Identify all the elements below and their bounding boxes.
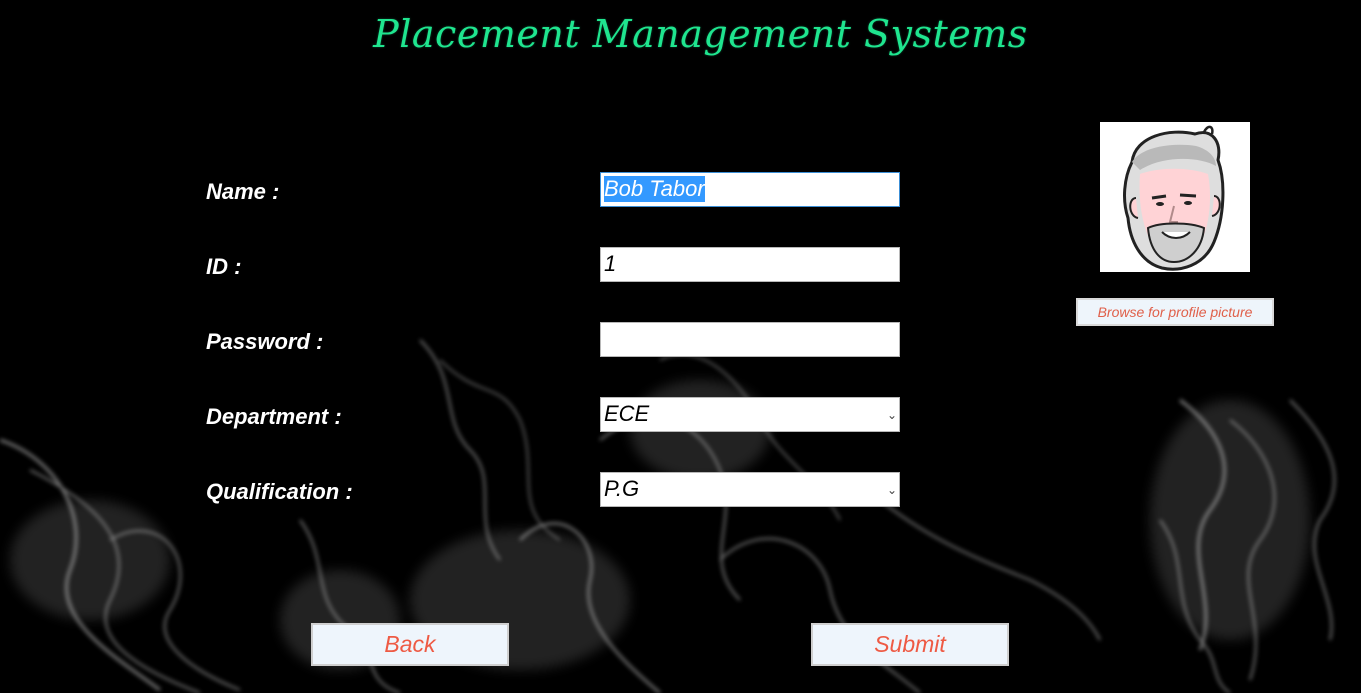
id-input[interactable]: 1 [600,247,900,282]
password-label: Password : [206,329,324,354]
id-label: ID : [206,254,242,279]
name-label: Name : [206,179,280,204]
name-input-value: Bob Tabor [604,176,705,202]
browse-profile-picture-button[interactable]: Browse for profile picture [1076,298,1274,326]
qualification-select-value: P.G [604,476,640,501]
qualification-select[interactable]: P.G ⌄ [600,472,900,507]
chevron-down-icon: ⌄ [886,408,897,422]
name-input[interactable]: Bob Tabor [600,172,900,207]
id-input-value: 1 [604,251,617,276]
password-input[interactable] [600,322,900,357]
page-title: Placement Management Systems [373,12,1028,56]
department-select[interactable]: ECE ⌄ [600,397,900,432]
profile-picture [1100,122,1250,272]
department-label: Department : [206,404,342,429]
qualification-label: Qualification : [206,479,353,504]
chevron-down-icon: ⌄ [886,483,897,497]
avatar-face-icon [1123,125,1225,271]
department-select-value: ECE [604,401,650,426]
back-button[interactable]: Back [311,623,509,666]
submit-button[interactable]: Submit [811,623,1009,666]
